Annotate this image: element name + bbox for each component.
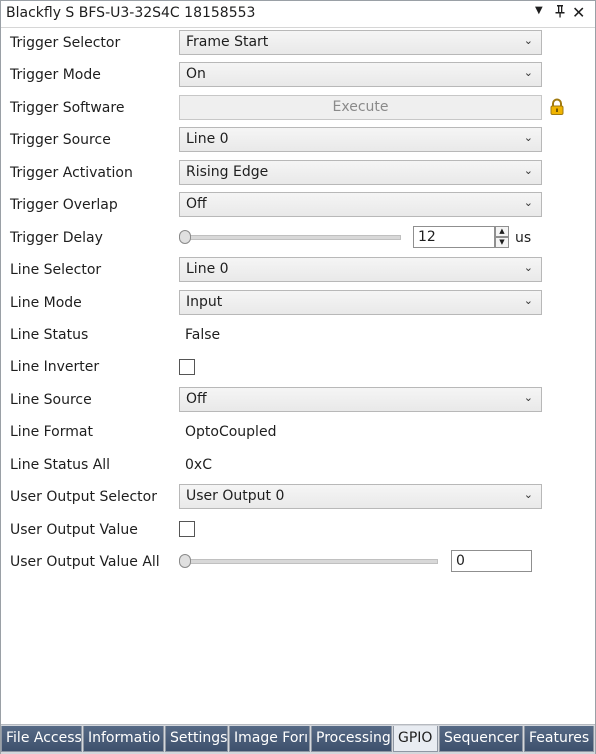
trigger-activation-label: Trigger Activation <box>10 165 133 181</box>
chevron-down-icon: ⌄ <box>523 294 533 307</box>
trigger-selector-value: Frame Start <box>186 34 269 50</box>
tab-settings[interactable]: Settings <box>165 726 228 752</box>
line-selector-value: Line 0 <box>186 261 229 277</box>
tab-sequencer[interactable]: Sequencer <box>439 726 523 752</box>
user-output-value-checkbox[interactable] <box>179 521 195 537</box>
tab-file-access[interactable]: File Access <box>1 726 82 752</box>
execute-button-label: Execute <box>332 99 389 115</box>
line-format-value: OptoCoupled <box>185 424 277 440</box>
trigger-activation-value: Rising Edge <box>186 164 269 180</box>
trigger-mode-label: Trigger Mode <box>10 67 101 83</box>
trigger-mode-dropdown[interactable]: On ⌄ <box>179 62 542 87</box>
chevron-down-icon: ⌄ <box>523 488 533 501</box>
tab-strip: File Access Informatio Settings Image Fo… <box>1 724 595 754</box>
trigger-activation-dropdown[interactable]: Rising Edge ⌄ <box>179 160 542 185</box>
trigger-delay-unit: us <box>515 230 532 246</box>
user-output-value-all-slider-thumb[interactable] <box>179 554 191 568</box>
user-output-value-all-label: User Output Value All <box>10 554 160 570</box>
execute-button[interactable]: Execute <box>179 95 542 120</box>
line-inverter-checkbox[interactable] <box>179 359 195 375</box>
close-icon[interactable]: ✕ <box>572 3 585 22</box>
user-output-value-all-slider-track[interactable] <box>183 559 438 564</box>
window-title: Blackfly S BFS-U3-32S4C 18158553 <box>6 5 256 21</box>
chevron-down-icon: ⌄ <box>523 131 533 144</box>
pin-icon[interactable] <box>554 4 566 22</box>
trigger-delay-slider-thumb[interactable] <box>179 230 191 244</box>
line-source-label: Line Source <box>10 392 92 408</box>
tab-image-format[interactable]: Image Forı <box>229 726 310 752</box>
tab-features[interactable]: Features <box>524 726 594 752</box>
user-output-selector-dropdown[interactable]: User Output 0 ⌄ <box>179 484 542 509</box>
line-status-value: False <box>185 327 221 343</box>
trigger-delay-label: Trigger Delay <box>10 230 103 246</box>
chevron-down-icon: ⌄ <box>523 34 533 47</box>
line-mode-value: Input <box>186 294 223 310</box>
trigger-source-value: Line 0 <box>186 131 229 147</box>
user-output-value-label: User Output Value <box>10 522 138 538</box>
trigger-software-label: Trigger Software <box>10 100 125 116</box>
spin-up-icon[interactable]: ▲ <box>495 226 509 237</box>
trigger-overlap-value: Off <box>186 196 207 212</box>
trigger-delay-spinner[interactable]: ▲ ▼ <box>495 226 509 248</box>
chevron-down-icon: ⌄ <box>523 196 533 209</box>
gpio-panel: Blackfly S BFS-U3-32S4C 18158553 ▼ ✕ Tri… <box>0 0 596 754</box>
line-mode-label: Line Mode <box>10 295 82 311</box>
trigger-source-dropdown[interactable]: Line 0 ⌄ <box>179 127 542 152</box>
lock-icon <box>549 98 565 115</box>
dropdown-arrow-icon[interactable]: ▼ <box>535 5 543 16</box>
chevron-down-icon: ⌄ <box>523 164 533 177</box>
chevron-down-icon: ⌄ <box>523 66 533 79</box>
trigger-mode-value: On <box>186 66 206 82</box>
trigger-selector-label: Trigger Selector <box>10 35 121 51</box>
chevron-down-icon: ⌄ <box>523 261 533 274</box>
line-status-all-label: Line Status All <box>10 457 111 473</box>
user-output-value-all-input[interactable]: 0 <box>451 550 532 572</box>
tab-processing[interactable]: Processing <box>311 726 392 752</box>
trigger-overlap-label: Trigger Overlap <box>10 197 118 213</box>
user-output-selector-label: User Output Selector <box>10 489 157 505</box>
tab-information[interactable]: Informatio <box>83 726 164 752</box>
user-output-selector-value: User Output 0 <box>186 488 285 504</box>
line-status-all-value: 0xC <box>185 457 212 473</box>
line-selector-label: Line Selector <box>10 262 102 278</box>
line-selector-dropdown[interactable]: Line 0 ⌄ <box>179 257 542 282</box>
tab-gpio[interactable]: GPIO <box>393 726 438 752</box>
trigger-delay-input[interactable]: 12 <box>413 226 495 248</box>
trigger-selector-dropdown[interactable]: Frame Start ⌄ <box>179 30 542 55</box>
trigger-delay-slider-track[interactable] <box>183 235 401 240</box>
chevron-down-icon: ⌄ <box>523 391 533 404</box>
line-inverter-label: Line Inverter <box>10 359 100 375</box>
line-mode-dropdown[interactable]: Input ⌄ <box>179 290 542 315</box>
spin-down-icon[interactable]: ▼ <box>495 237 509 248</box>
trigger-source-label: Trigger Source <box>10 132 111 148</box>
title-bar: Blackfly S BFS-U3-32S4C 18158553 ▼ ✕ <box>1 1 595 28</box>
trigger-overlap-dropdown[interactable]: Off ⌄ <box>179 192 542 217</box>
line-source-dropdown[interactable]: Off ⌄ <box>179 387 542 412</box>
line-status-label: Line Status <box>10 327 89 343</box>
line-source-value: Off <box>186 391 207 407</box>
line-format-label: Line Format <box>10 424 93 440</box>
